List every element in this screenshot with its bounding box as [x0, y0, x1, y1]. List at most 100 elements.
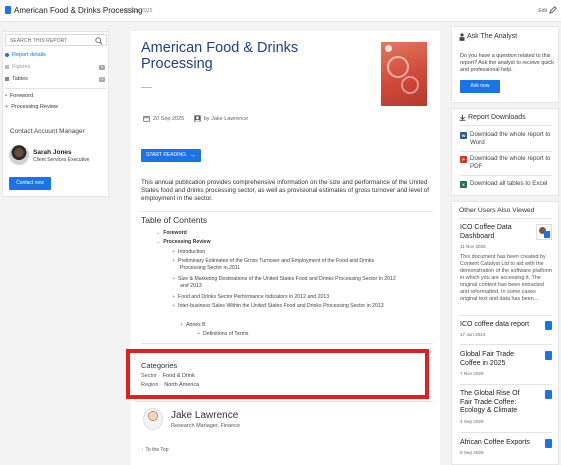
author-by: by Jake Lawrence — [203, 115, 249, 122]
toc-item-processing-review[interactable]: → Processing Review — [155, 239, 210, 246]
account-manager-role: Client Services Executive — [33, 157, 90, 163]
page-title: American Food & Drinks Processing — [141, 40, 299, 72]
toc-item-label: Preliminary Estimates of the Gross Turno… — [178, 258, 375, 271]
toc-item-label: Definitions of Terms — [203, 331, 249, 337]
related-report-date: 11 Nov 2025 — [460, 244, 486, 249]
toc-link-label: Processing Review — [11, 104, 58, 110]
pencil-icon[interactable] — [549, 6, 557, 14]
plus-icon: + — [172, 276, 176, 282]
divider — [460, 384, 552, 385]
related-report-date: 7 Nov 2025 — [460, 371, 484, 376]
divider — [135, 401, 433, 402]
toc-item-inter-business-sales[interactable]: + Inter-business Sales Within the United … — [172, 303, 398, 310]
word-icon: W — [460, 132, 467, 139]
related-report-date: 17 Jun 2024 — [460, 332, 486, 337]
pdf-icon: P — [460, 156, 467, 163]
toc-item-annex-b[interactable]: + Annex B — [180, 322, 206, 329]
download-label: Download all tables to Excel — [470, 180, 548, 187]
other-users-heading: Other Users Also Viewed — [459, 207, 535, 214]
toc-link-processing-review[interactable]: + Processing Review — [5, 104, 58, 110]
sidebar-item-report-details[interactable]: Report details — [5, 52, 46, 58]
document-icon — [545, 390, 552, 399]
ask-the-analyst-card: Ask The Analyst Do you have a question r… — [451, 26, 559, 103]
toc-item-performance-indicators[interactable]: + Food and Drinks Sector Performance Indi… — [172, 294, 329, 301]
toc-heading: Table of Contents — [141, 215, 208, 225]
analyst-icon — [459, 33, 465, 41]
arrow-up-icon: ↑ — [141, 447, 144, 453]
plus-icon: + — [5, 104, 9, 110]
report-downloads-card: Report Downloads W Download the whole re… — [451, 108, 559, 196]
to-top-label: To the Top — [145, 447, 169, 453]
search-icon[interactable] — [95, 37, 103, 45]
download-label: Download the whole report to PDF — [470, 155, 551, 170]
related-report-title[interactable]: The Global Rise Of Fair Trade Coffee: Ec… — [460, 390, 532, 416]
related-report-item[interactable]: African Coffee Exports 8 Sep 2025 — [460, 439, 552, 461]
sidebar-item-tables[interactable]: Tables — [5, 76, 28, 82]
category-key: Region — [141, 382, 159, 388]
toc-item-label: Food and Drinks Sector Performance Indic… — [178, 294, 330, 300]
figures-count-badge: 0 — [99, 65, 105, 70]
toc-item-definitions[interactable]: + Definitions of Terms — [197, 331, 249, 338]
divider — [141, 211, 433, 212]
toc-item-size-marketing[interactable]: + Size & Marketing Destinations of the Un… — [172, 276, 398, 290]
plus-icon: + — [172, 249, 176, 255]
download-icon — [459, 114, 466, 121]
sidebar-item-figures[interactable]: Figures — [5, 64, 30, 70]
table-icon — [5, 76, 9, 81]
start-reading-button[interactable]: START READING → — [141, 149, 201, 162]
plus-icon: + — [197, 331, 201, 337]
plus-icon: + — [172, 258, 176, 264]
ask-analyst-heading: Ask The Analyst — [467, 33, 518, 40]
search-input[interactable]: SEARCH THIS REPORT — [5, 34, 107, 46]
divider — [460, 218, 552, 219]
toc-item-label: Foreword — [163, 230, 187, 236]
related-report-title[interactable]: ICO Coffee Data Dashboard — [460, 224, 532, 241]
category-value[interactable]: Food & Drink — [163, 373, 195, 379]
plus-icon: + — [172, 294, 176, 300]
report-cover-image — [381, 42, 427, 106]
toc-item-foreword[interactable]: → Foreword — [155, 230, 187, 237]
divider — [141, 343, 433, 344]
other-users-viewed-card: Other Users Also Viewed ICO Coffee Data … — [451, 201, 559, 465]
category-row-sector: Sector · Food & Drink — [141, 373, 195, 379]
related-report-item[interactable]: ICO coffee data report 17 Jun 2024 — [460, 321, 552, 343]
account-manager-name: Sarah Jones — [33, 149, 72, 156]
download-excel-link[interactable]: X Download all tables to Excel — [460, 180, 552, 188]
author-name[interactable]: Jake Lawrence — [171, 410, 238, 421]
tables-count-badge: 17 — [99, 77, 105, 82]
toc-link-foreword[interactable]: • Foreword — [5, 93, 33, 99]
bullet-icon: • — [5, 93, 7, 99]
report-thumbnail — [536, 224, 552, 240]
toc-link-label: Foreword — [9, 93, 34, 99]
related-report-date: 8 Sep 2025 — [460, 450, 484, 455]
toc-item-label: Size & Marketing Destinations of the Uni… — [178, 276, 396, 289]
related-report-title[interactable]: ICO coffee data report — [460, 321, 532, 330]
plus-icon: + — [172, 303, 176, 309]
related-report-item[interactable]: Global Fair Trade Coffee in 2025 7 Nov 2… — [460, 351, 552, 379]
toc-item-label: Inter-business Sales Within the United S… — [178, 303, 384, 309]
download-pdf-link[interactable]: P Download the whole report to PDF — [460, 155, 552, 171]
report-abstract: This annual publication provides compreh… — [141, 179, 430, 202]
toc-item-preliminary-estimates[interactable]: + Preliminary Estimates of the Gross Turn… — [172, 258, 398, 272]
author-avatar — [143, 408, 163, 430]
related-report-title[interactable]: African Coffee Exports — [460, 439, 532, 448]
divider — [5, 88, 107, 89]
edit-link[interactable]: Edit — [538, 8, 547, 14]
toc-item-introduction[interactable]: + Introduction — [172, 249, 205, 256]
related-report-item[interactable]: The Global Rise Of Fair Trade Coffee: Ec… — [460, 390, 552, 428]
category-row-region: Region · North America — [141, 382, 200, 388]
category-value[interactable]: North America — [164, 382, 199, 388]
toc-item-label: Introduction — [178, 249, 206, 255]
contact-now-button[interactable]: Contact now — [9, 177, 51, 190]
related-report-item[interactable]: ICO Coffee Data Dashboard 11 Nov 2025 Th… — [460, 224, 552, 314]
download-word-link[interactable]: W Download the whole report to Word — [460, 131, 552, 147]
excel-icon: X — [460, 181, 467, 188]
divider — [460, 175, 552, 176]
to-the-top-link[interactable]: ↑ To the Top — [141, 447, 168, 453]
document-icon — [545, 321, 552, 330]
related-report-title[interactable]: Global Fair Trade Coffee in 2025 — [460, 351, 532, 368]
top-bar: American Food & Drinks Processing 20 Sep… — [0, 0, 561, 22]
ask-now-button[interactable]: Ask now — [460, 80, 500, 93]
document-icon — [545, 351, 552, 360]
document-icon — [5, 6, 11, 14]
